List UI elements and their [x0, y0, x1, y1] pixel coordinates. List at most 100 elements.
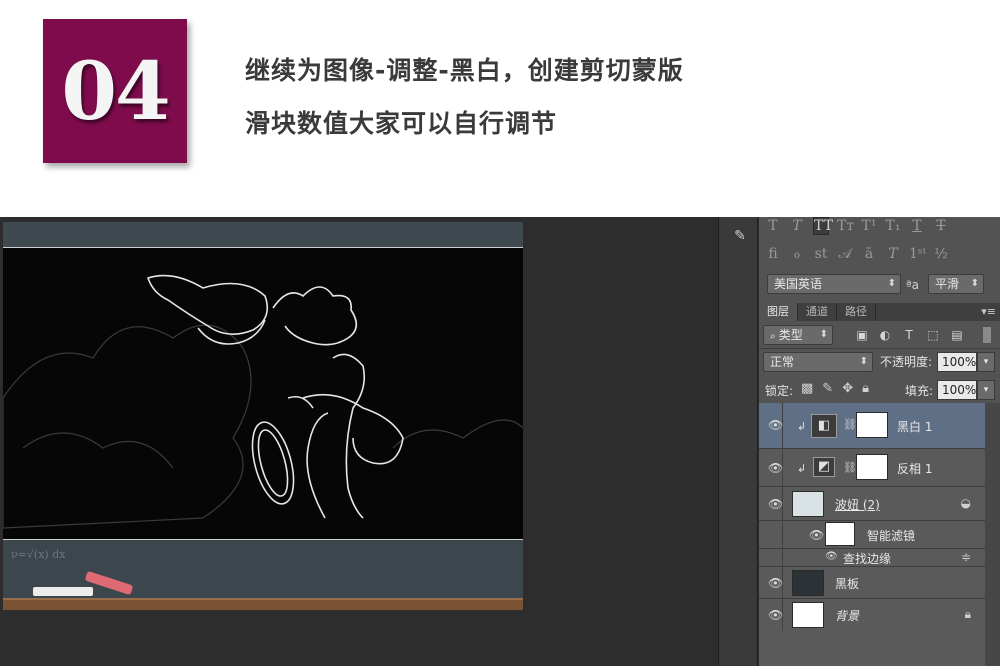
layer-row-ponyo[interactable]: 👁︎ 波妞 (2) ◒ — [759, 487, 985, 521]
small-caps-icon[interactable]: Tт — [837, 218, 854, 234]
shape-filter-icon[interactable]: ⬚ — [926, 329, 940, 341]
panel-menu-icon[interactable]: ▾≡ — [981, 303, 996, 321]
lock-buttons: ▩ ✎ ✥ 🔒︎ — [801, 381, 869, 396]
lock-transparency-icon[interactable]: ▩ — [801, 381, 813, 396]
tool-presets-icon[interactable]: ✎ — [729, 225, 751, 247]
stylistic-ligature-icon[interactable]: st — [813, 246, 829, 262]
layer-name[interactable]: 黑白 1 — [897, 418, 932, 435]
language-select[interactable]: 美国英语 ⬍ — [767, 274, 901, 294]
smart-filters-label: 智能滤镜 — [867, 529, 916, 543]
pixel-filter-icon[interactable]: ▣ — [855, 329, 869, 341]
layer-mask-thumbnail[interactable] — [856, 454, 888, 480]
smart-object-filter-icon[interactable]: ▤ — [950, 329, 964, 341]
visibility-column — [759, 521, 783, 548]
layers-scrollbar[interactable] — [985, 403, 1000, 666]
layer-kind-select[interactable]: ⌕ 类型 ⬍ — [763, 325, 833, 345]
fill-label: 填充: — [905, 384, 934, 398]
language-value: 美国英语 — [774, 277, 823, 291]
eye-icon[interactable]: 👁︎ — [768, 418, 783, 432]
layers-list: 👁︎ ↲ ◧ ⛓︎ 黑白 1 👁︎ ↲ ◩ ⛓︎ 反相 1 👁︎ 波妞 (2) … — [759, 403, 985, 666]
titling-alternates-icon[interactable]: ā — [861, 246, 877, 262]
font-style-buttons: T T TT Tт T¹ T₁ T T — [765, 213, 949, 239]
swash-icon[interactable]: 𝒜 — [837, 246, 853, 262]
clipping-arrow-icon: ↲ — [797, 420, 807, 433]
fractions-icon[interactable]: ½ — [933, 246, 949, 262]
lock-all-icon[interactable]: 🔒︎ — [862, 381, 869, 396]
lock-label: 锁定: — [765, 384, 794, 398]
opacity-input[interactable]: 100% — [937, 352, 977, 372]
filter-find-edges-row[interactable]: 👁︎ 查找边缘 ≑ — [759, 549, 985, 567]
link-icon[interactable]: ⛓︎ — [843, 418, 857, 431]
superscript-icon[interactable]: T¹ — [861, 218, 877, 234]
discretionary-ligature-icon[interactable]: ℴ — [789, 246, 805, 262]
line-art-illustration — [3, 274, 523, 541]
layer-name[interactable]: 黑板 — [835, 575, 859, 592]
smart-object-thumbnail[interactable] — [792, 491, 824, 517]
eye-icon[interactable]: 👁︎ — [768, 576, 783, 590]
ordinals-icon[interactable]: 1ˢᵗ — [909, 246, 926, 262]
invert-adjustment-icon: ◩ — [813, 457, 835, 477]
filter-name[interactable]: 查找边缘 — [843, 550, 891, 567]
eye-icon[interactable]: 👁︎ — [809, 528, 824, 542]
layers-panel-tabs: 图层 通道 路径 ▾≡ — [759, 303, 1000, 321]
smart-filters-row[interactable]: 👁︎ 智能滤镜 — [759, 521, 985, 549]
layer-row-invert[interactable]: 👁︎ ↲ ◩ ⛓︎ 反相 1 — [759, 449, 985, 487]
tab-layers[interactable]: 图层 — [759, 303, 798, 321]
opacity-label: 不透明度: — [880, 355, 933, 369]
layer-name[interactable]: 波妞 (2) — [835, 496, 880, 513]
ligature-icon[interactable]: fi — [765, 246, 781, 262]
fill-input[interactable]: 100% — [937, 380, 977, 400]
layer-thumbnail[interactable] — [792, 570, 824, 596]
type-filter-icon[interactable]: T — [902, 329, 916, 341]
antialias-value: 平滑 — [935, 277, 960, 291]
adjustment-filter-icon[interactable]: ◐ — [878, 329, 892, 341]
layer-row-blackboard[interactable]: 👁︎ 黑板 — [759, 567, 985, 599]
lock-pixels-icon[interactable]: ✎ — [822, 381, 833, 396]
white-chalk — [33, 587, 93, 596]
chevron-updown-icon: ⬍ — [859, 356, 868, 367]
chalk-tray — [3, 598, 523, 610]
antialias-icon: ªa — [906, 278, 920, 292]
fill-dropdown-icon[interactable]: ▾ — [977, 380, 995, 400]
chevron-updown-icon: ⬍ — [819, 329, 828, 340]
edge-image — [3, 247, 523, 541]
eye-icon[interactable]: 👁︎ — [768, 608, 783, 622]
chevron-updown-icon: ⬍ — [970, 278, 979, 289]
character-and-layers-panel: T T TT Tт T¹ T₁ T T fi ℴ st 𝒜 ā 𝑇 1ˢᵗ ½ … — [759, 217, 1000, 666]
blend-mode-value: 正常 — [770, 355, 795, 369]
all-caps-icon[interactable]: TT — [813, 217, 833, 235]
layer-filter-row: ⌕ 类型 ⬍ ▣ ◐ T ⬚ ▤ — [759, 321, 1000, 349]
visibility-column — [759, 549, 783, 566]
antialias-select[interactable]: 平滑 ⬍ — [928, 274, 984, 294]
blackboard-top — [3, 222, 523, 247]
eye-icon[interactable]: 👁︎ — [768, 497, 783, 511]
smart-filter-toggle-icon[interactable]: ◒ — [961, 496, 971, 510]
tab-channels[interactable]: 通道 — [798, 303, 837, 321]
filter-options-icon[interactable]: ≑ — [961, 550, 971, 564]
layer-thumbnail[interactable] — [792, 602, 824, 628]
opacity-dropdown-icon[interactable]: ▾ — [977, 352, 995, 372]
subscript-icon[interactable]: T₁ — [885, 218, 901, 234]
faux-bold-icon[interactable]: T — [765, 218, 781, 234]
faux-italic-icon[interactable]: T — [789, 218, 805, 234]
tab-paths[interactable]: 路径 — [837, 303, 876, 321]
layer-name[interactable]: 反相 1 — [897, 460, 932, 477]
ornaments-icon[interactable]: 𝑇 — [885, 246, 901, 262]
layer-row-black-white[interactable]: 👁︎ ↲ ◧ ⛓︎ 黑白 1 — [759, 403, 985, 449]
filter-toggle-switch[interactable] — [983, 327, 991, 343]
lock-position-icon[interactable]: ✥ — [842, 381, 853, 396]
layer-mask-thumbnail[interactable] — [856, 412, 888, 438]
layer-row-background[interactable]: 👁︎ 背景 🔒︎ — [759, 599, 985, 631]
eye-icon[interactable]: 👁︎ — [825, 551, 838, 562]
strikethrough-icon[interactable]: T — [933, 218, 949, 234]
eye-icon[interactable]: 👁︎ — [768, 461, 783, 475]
document-canvas[interactable]: ν=√(x) dx — [3, 222, 523, 610]
search-icon: ⌕ — [770, 331, 779, 342]
layer-name[interactable]: 背景 — [835, 607, 859, 624]
link-icon[interactable]: ⛓︎ — [843, 461, 857, 474]
step-badge: 04 — [43, 19, 187, 163]
clipping-arrow-icon: ↲ — [797, 462, 807, 475]
blend-mode-select[interactable]: 正常 ⬍ — [763, 352, 873, 372]
filter-mask-thumbnail[interactable] — [825, 522, 855, 546]
underline-icon[interactable]: T — [909, 218, 925, 234]
